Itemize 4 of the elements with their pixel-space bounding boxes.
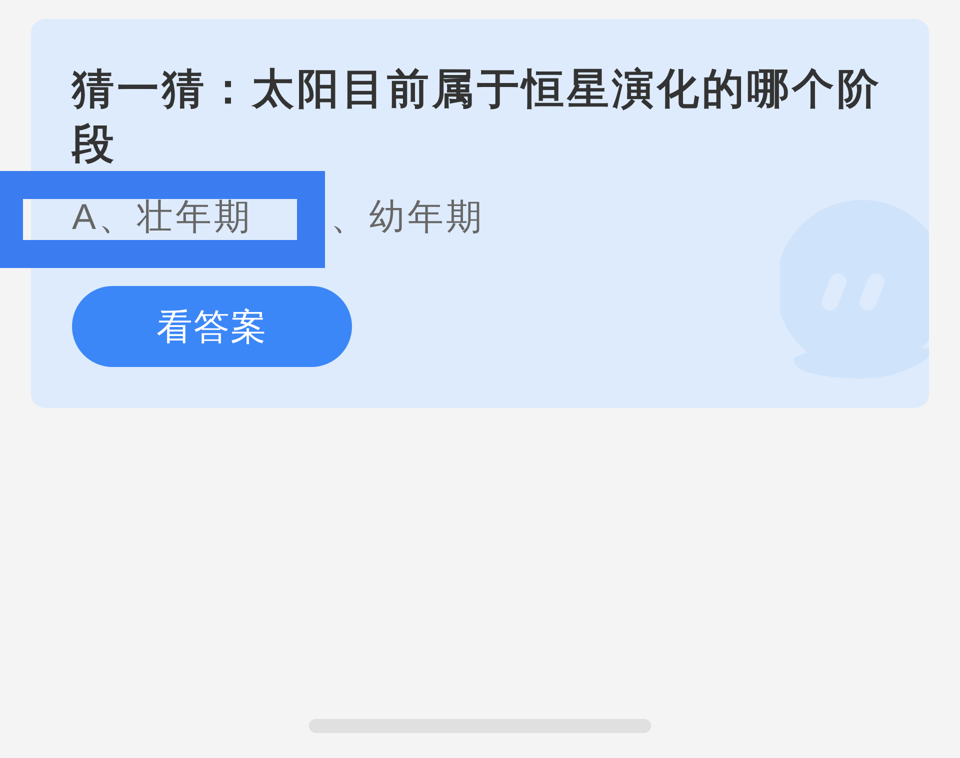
question-title: 猜一猜：太阳目前属于恒星演化的哪个阶段 bbox=[72, 64, 883, 169]
answer-option: 、幼年期 bbox=[330, 194, 485, 240]
show-answer-button[interactable]: 看答案 bbox=[72, 286, 352, 367]
answer-option: A、壮年期 bbox=[72, 194, 253, 240]
